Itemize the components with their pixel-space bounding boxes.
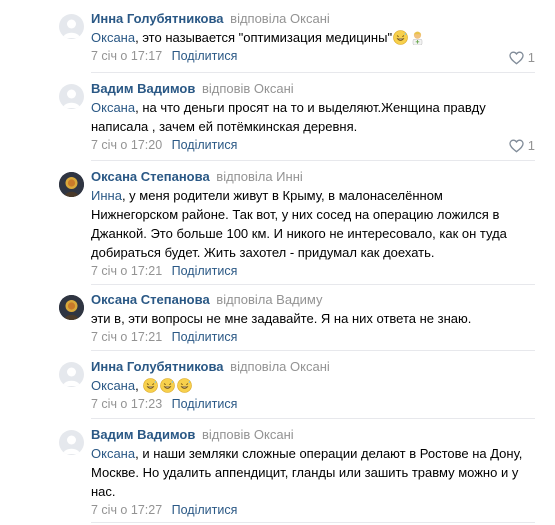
comment-date[interactable]: 7 січ о 17:21 bbox=[91, 264, 162, 278]
health-worker-emoji bbox=[410, 30, 425, 45]
avatar[interactable] bbox=[59, 362, 84, 387]
mention-link[interactable]: Оксана bbox=[91, 30, 135, 45]
comment-date[interactable]: 7 січ о 17:23 bbox=[91, 397, 162, 411]
comment-author[interactable]: Оксана Степанова bbox=[91, 292, 210, 307]
comment-author[interactable]: Инна Голубятникова bbox=[91, 11, 224, 26]
comment-separator bbox=[91, 418, 535, 419]
avatar[interactable] bbox=[59, 430, 84, 455]
grinning-sweat-emoji bbox=[143, 378, 159, 393]
reply-target[interactable]: відповіла Оксані bbox=[230, 11, 330, 26]
like-button[interactable]: 1 bbox=[509, 138, 535, 153]
avatar[interactable] bbox=[59, 14, 84, 39]
comment-text: Оксана, bbox=[91, 376, 535, 395]
comment-author[interactable]: Инна Голубятникова bbox=[91, 359, 224, 374]
comment-separator bbox=[91, 72, 535, 73]
comment-date[interactable]: 7 січ о 17:17 bbox=[91, 49, 162, 63]
share-button[interactable]: Поділитися bbox=[172, 49, 238, 63]
comment-text: Оксана, это называется "оптимизация меди… bbox=[91, 28, 535, 47]
mention-link[interactable]: Оксана bbox=[91, 100, 135, 115]
comment-date[interactable]: 7 січ о 17:27 bbox=[91, 503, 162, 517]
comment-text: Оксана, и наши земляки сложные операции … bbox=[91, 446, 523, 499]
like-count: 1 bbox=[527, 138, 535, 153]
avatar[interactable] bbox=[59, 84, 84, 109]
mention-link[interactable]: Инна bbox=[91, 188, 122, 203]
avatar[interactable] bbox=[59, 172, 84, 197]
comment-author[interactable]: Вадим Вадимов bbox=[91, 427, 195, 442]
comment-text: Инна, у меня родители живут в Крыму, в м… bbox=[91, 188, 507, 260]
comment-separator bbox=[91, 350, 535, 351]
reply-target[interactable]: відповіла Инні bbox=[216, 169, 302, 184]
grinning-sweat-emoji bbox=[177, 378, 193, 393]
comment-date[interactable]: 7 січ о 17:20 bbox=[91, 138, 162, 152]
comment-author[interactable]: Оксана Степанова bbox=[91, 169, 210, 184]
grinning-sweat-emoji bbox=[160, 378, 176, 393]
reply-target[interactable]: відповів Оксані bbox=[202, 427, 294, 442]
comment-separator bbox=[91, 160, 535, 161]
mention-link[interactable]: Оксана bbox=[91, 378, 135, 393]
comment-separator bbox=[91, 522, 535, 523]
share-button[interactable]: Поділитися bbox=[172, 138, 238, 152]
mention-link[interactable]: Оксана bbox=[91, 446, 135, 461]
reply-target[interactable]: відповіла Оксані bbox=[230, 359, 330, 374]
comment-text: Оксана, на что деньги просят на то и выд… bbox=[91, 100, 486, 134]
grinning-sweat-emoji bbox=[393, 30, 408, 45]
comment-separator bbox=[91, 284, 535, 285]
reply-target[interactable]: відповіла Вадиму bbox=[216, 292, 322, 307]
heart-icon bbox=[509, 51, 524, 65]
share-button[interactable]: Поділитися bbox=[172, 330, 238, 344]
share-button[interactable]: Поділитися bbox=[172, 503, 238, 517]
comment-text: эти в, эти вопросы не мне задавайте. Я н… bbox=[91, 311, 472, 326]
comment-date[interactable]: 7 січ о 17:21 bbox=[91, 330, 162, 344]
like-count: 1 bbox=[527, 50, 535, 65]
comment-author[interactable]: Вадим Вадимов bbox=[91, 81, 195, 96]
heart-icon bbox=[509, 139, 524, 153]
share-button[interactable]: Поділитися bbox=[172, 264, 238, 278]
like-button[interactable]: 1 bbox=[509, 50, 535, 65]
share-button[interactable]: Поділитися bbox=[172, 397, 238, 411]
reply-target[interactable]: відповів Оксані bbox=[202, 81, 294, 96]
avatar[interactable] bbox=[59, 295, 84, 320]
